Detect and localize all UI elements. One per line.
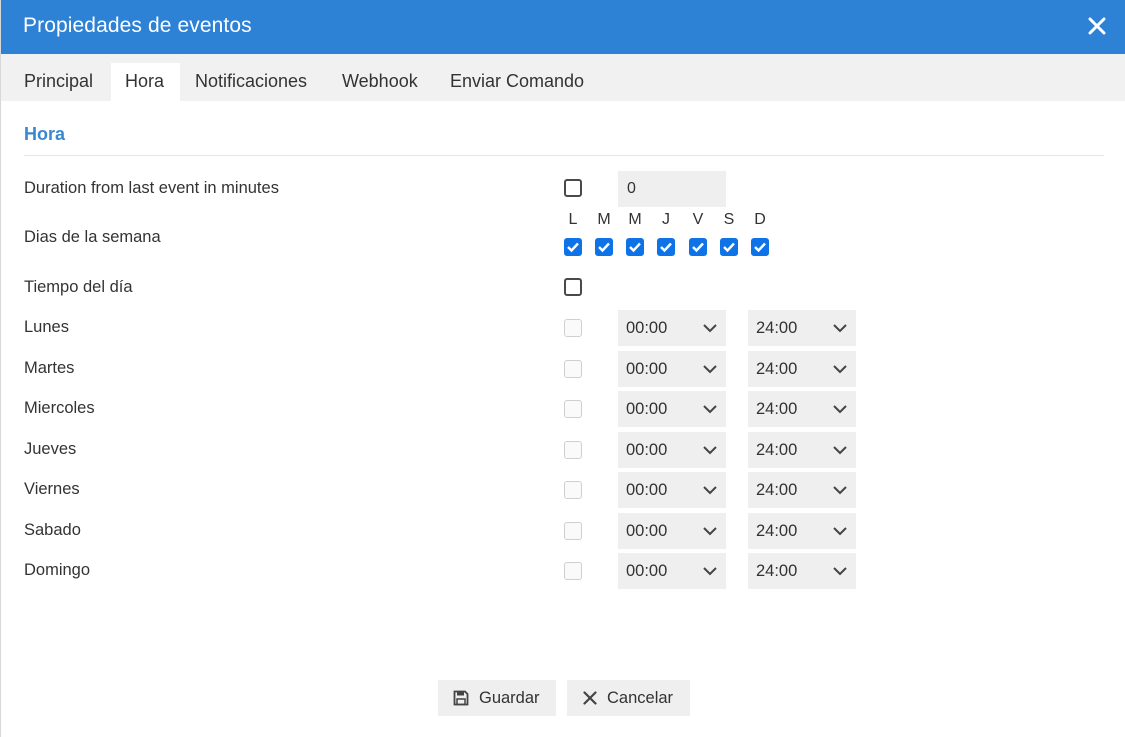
floppy-disk-icon bbox=[453, 690, 469, 706]
duration-minutes-input[interactable]: 0 bbox=[618, 171, 726, 207]
weekday-letter-m2: M bbox=[628, 211, 642, 228]
weekday-letter-m1: M bbox=[597, 211, 611, 228]
from-time-select-sabado[interactable]: 00:00 bbox=[618, 513, 726, 549]
to-time-select-martes[interactable]: 24:00 bbox=[748, 351, 856, 387]
tab-bar: Principal Hora Notificaciones Webhook En… bbox=[1, 54, 1125, 101]
weekday-checkbox-viernes[interactable] bbox=[689, 238, 707, 256]
from-time-value: 00:00 bbox=[626, 481, 668, 499]
day-checkbox-sabado[interactable] bbox=[564, 522, 582, 540]
from-time-value: 00:00 bbox=[626, 522, 668, 540]
to-time-value: 24:00 bbox=[756, 522, 798, 540]
time-of-day-checkbox[interactable] bbox=[564, 278, 582, 296]
tab-notificaciones[interactable]: Notificaciones bbox=[181, 63, 321, 101]
day-label-jueves: Jueves bbox=[24, 440, 77, 458]
save-button-label: Guardar bbox=[479, 689, 540, 707]
day-label-lunes: Lunes bbox=[24, 318, 69, 336]
event-properties-dialog: Propiedades de eventos Principal Hora No… bbox=[0, 0, 1125, 737]
to-time-value: 24:00 bbox=[756, 400, 798, 418]
day-checkbox-domingo[interactable] bbox=[564, 562, 582, 580]
day-label-domingo: Domingo bbox=[24, 561, 91, 579]
duration-checkbox[interactable] bbox=[564, 179, 582, 197]
weekday-checkbox-sabado[interactable] bbox=[720, 238, 738, 256]
to-time-value: 24:00 bbox=[756, 319, 798, 337]
weekdays-label: Dias de la semana bbox=[24, 228, 161, 246]
day-label-sabado: Sabado bbox=[24, 521, 81, 539]
chevron-down-icon bbox=[833, 324, 847, 333]
duration-label: Duration from last event in minutes bbox=[24, 179, 279, 197]
chevron-down-icon bbox=[703, 567, 717, 576]
chevron-down-icon bbox=[703, 446, 717, 455]
from-time-select-viernes[interactable]: 00:00 bbox=[618, 472, 726, 508]
weekday-letter-v: V bbox=[692, 211, 704, 228]
weekday-checkbox-jueves[interactable] bbox=[657, 238, 675, 256]
day-label-martes: Martes bbox=[24, 359, 75, 377]
to-time-value: 24:00 bbox=[756, 481, 798, 499]
from-time-value: 00:00 bbox=[626, 319, 668, 337]
weekday-letter-s: S bbox=[723, 211, 735, 228]
section-title: Hora bbox=[24, 124, 66, 144]
close-icon bbox=[583, 691, 597, 705]
day-checkbox-martes[interactable] bbox=[564, 360, 582, 378]
to-time-select-jueves[interactable]: 24:00 bbox=[748, 432, 856, 468]
day-checkbox-jueves[interactable] bbox=[564, 441, 582, 459]
chevron-down-icon bbox=[703, 405, 717, 414]
weekday-checkbox-domingo[interactable] bbox=[751, 238, 769, 256]
to-time-select-miercoles[interactable]: 24:00 bbox=[748, 391, 856, 427]
to-time-select-domingo[interactable]: 24:00 bbox=[748, 553, 856, 589]
day-checkbox-miercoles[interactable] bbox=[564, 400, 582, 418]
weekday-letter-l: L bbox=[568, 211, 578, 228]
close-icon[interactable] bbox=[1088, 17, 1106, 35]
dialog-titlebar: Propiedades de eventos bbox=[1, 0, 1125, 54]
chevron-down-icon bbox=[833, 405, 847, 414]
chevron-down-icon bbox=[703, 365, 717, 374]
chevron-down-icon bbox=[833, 567, 847, 576]
tab-hora[interactable]: Hora bbox=[111, 63, 180, 101]
to-time-select-sabado[interactable]: 24:00 bbox=[748, 513, 856, 549]
weekday-letter-j: J bbox=[662, 211, 670, 228]
weekday-checkbox-lunes[interactable] bbox=[564, 238, 582, 256]
tab-webhook[interactable]: Webhook bbox=[328, 63, 432, 101]
to-time-select-viernes[interactable]: 24:00 bbox=[748, 472, 856, 508]
save-button[interactable]: Guardar bbox=[438, 680, 556, 716]
from-time-select-jueves[interactable]: 00:00 bbox=[618, 432, 726, 468]
from-time-select-miercoles[interactable]: 00:00 bbox=[618, 391, 726, 427]
day-label-miercoles: Miercoles bbox=[24, 399, 95, 417]
time-of-day-label: Tiempo del día bbox=[24, 278, 133, 296]
to-time-value: 24:00 bbox=[756, 360, 798, 378]
chevron-down-icon bbox=[703, 527, 717, 536]
day-checkbox-viernes[interactable] bbox=[564, 481, 582, 499]
section-divider bbox=[24, 155, 1104, 156]
tab-principal[interactable]: Principal bbox=[10, 63, 107, 101]
from-time-value: 00:00 bbox=[626, 360, 668, 378]
from-time-value: 00:00 bbox=[626, 441, 668, 459]
weekday-checkbox-miercoles[interactable] bbox=[626, 238, 644, 256]
from-time-select-martes[interactable]: 00:00 bbox=[618, 351, 726, 387]
dialog-title: Propiedades de eventos bbox=[23, 14, 252, 37]
to-time-value: 24:00 bbox=[756, 441, 798, 459]
weekday-checkbox-martes[interactable] bbox=[595, 238, 613, 256]
from-time-value: 00:00 bbox=[626, 562, 668, 580]
tab-enviar-comando[interactable]: Enviar Comando bbox=[436, 63, 598, 101]
from-time-select-domingo[interactable]: 00:00 bbox=[618, 553, 726, 589]
cancel-button-label: Cancelar bbox=[607, 689, 674, 707]
chevron-down-icon bbox=[703, 486, 717, 495]
chevron-down-icon bbox=[833, 527, 847, 536]
chevron-down-icon bbox=[703, 324, 717, 333]
chevron-down-icon bbox=[833, 486, 847, 495]
day-checkbox-lunes[interactable] bbox=[564, 319, 582, 337]
to-time-select-lunes[interactable]: 24:00 bbox=[748, 310, 856, 346]
to-time-value: 24:00 bbox=[756, 562, 798, 580]
from-time-value: 00:00 bbox=[626, 400, 668, 418]
chevron-down-icon bbox=[833, 446, 847, 455]
cancel-button[interactable]: Cancelar bbox=[567, 680, 690, 716]
day-label-viernes: Viernes bbox=[24, 480, 80, 498]
weekday-letter-d: D bbox=[754, 211, 766, 228]
from-time-select-lunes[interactable]: 00:00 bbox=[618, 310, 726, 346]
chevron-down-icon bbox=[833, 365, 847, 374]
